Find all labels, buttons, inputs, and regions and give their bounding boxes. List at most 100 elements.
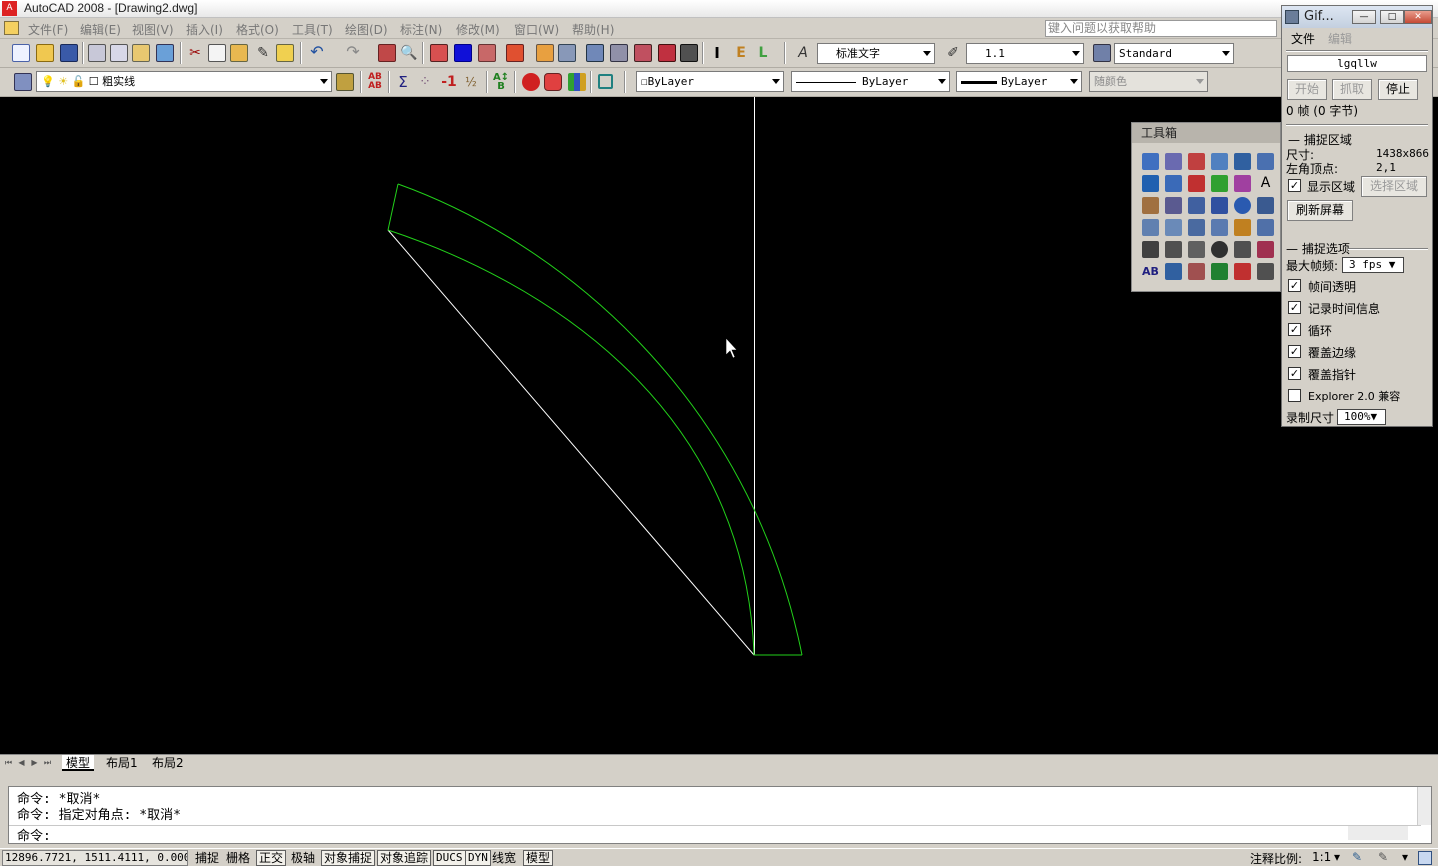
autocad-app-icon[interactable]: A [2, 1, 17, 16]
gif-window-titlebar[interactable]: Gif... — □ ✕ [1282, 6, 1432, 28]
3d-dwf-icon[interactable] [156, 44, 174, 62]
properties-icon[interactable] [430, 44, 448, 62]
zoom-window-icon[interactable] [1142, 153, 1159, 170]
toggle-polar[interactable]: 极轴 [289, 850, 317, 866]
polyline-tool-icon[interactable] [1165, 175, 1182, 192]
image-icon[interactable] [634, 44, 652, 62]
print-icon[interactable] [88, 44, 106, 62]
scatter-icon[interactable]: ⁘ [416, 73, 434, 91]
tool-palettes-icon[interactable] [478, 44, 496, 62]
pdf-icon[interactable] [658, 44, 676, 62]
open-file-icon[interactable] [36, 44, 54, 62]
multiline-icon[interactable] [1234, 175, 1251, 192]
chamfer-icon[interactable] [1257, 219, 1274, 236]
copy-icon[interactable] [208, 44, 226, 62]
auto-scale-icon[interactable]: ✎ [1378, 850, 1388, 864]
fillet-icon[interactable] [1211, 219, 1228, 236]
new-file-icon[interactable] [12, 44, 30, 62]
annotation-scale-dropdown-icon[interactable]: ▾ [1334, 850, 1340, 864]
copy-object-icon[interactable] [1165, 197, 1182, 214]
option-checkbox[interactable] [1288, 389, 1301, 402]
next-tab-icon[interactable]: ▶ [30, 757, 39, 769]
zoom-out-icon[interactable] [1257, 153, 1274, 170]
coordinate-display[interactable]: 12896.7721, 1511.4111, 0.0000 [2, 850, 188, 866]
menu-file[interactable]: 文件(F) [28, 21, 68, 38]
angular-dim-icon[interactable] [1234, 241, 1251, 258]
menu-format[interactable]: 格式(O) [236, 21, 279, 38]
pan-realtime-icon[interactable] [378, 44, 396, 62]
menu-tools[interactable]: 工具(T) [292, 21, 333, 38]
clean-screen-icon[interactable] [1418, 851, 1432, 865]
undo-icon[interactable]: ↶ [308, 43, 326, 61]
gif-menu-file[interactable]: 文件 [1291, 30, 1315, 47]
red-circle-icon[interactable] [522, 73, 540, 91]
text-translate-icon[interactable]: AB AB [366, 73, 384, 91]
publish-icon[interactable] [132, 44, 150, 62]
dim-style-select[interactable]: 1.1 [966, 43, 1084, 64]
zoom-in-icon[interactable] [1234, 153, 1251, 170]
measure-icon[interactable] [1257, 263, 1274, 280]
refresh-screen-button[interactable]: 刷新屏幕 [1287, 200, 1353, 221]
toggle-ducs[interactable]: DUCS [433, 850, 466, 866]
close-button[interactable]: ✕ [1404, 10, 1432, 24]
minimize-button[interactable]: — [1352, 10, 1376, 24]
lineweight-select[interactable]: ByLayer [956, 71, 1082, 92]
layer-select[interactable]: 💡 ☀ 🔓 ☐ 粗实线 [36, 71, 332, 92]
erase-icon[interactable] [1142, 197, 1159, 214]
red-grid-icon[interactable] [544, 73, 562, 91]
table-icon[interactable] [586, 44, 604, 62]
match-properties-icon[interactable]: ✎ [254, 44, 272, 62]
bar-chart-icon[interactable] [568, 73, 586, 91]
dim-style-manager-icon[interactable]: ✐ [944, 44, 962, 62]
help-search-input[interactable]: 键入问题以获取帮助 [1045, 20, 1277, 37]
tab-layout2[interactable]: 布局2 [148, 755, 188, 771]
toggle-snap[interactable]: 捕捉 [193, 850, 221, 866]
annotation-scale-select[interactable]: 1:1 [1312, 850, 1331, 864]
sum-icon[interactable]: Σ [394, 73, 412, 91]
toggle-model[interactable]: 模型 [523, 850, 554, 866]
option-checkbox[interactable]: ✓ [1288, 301, 1301, 314]
minus-one-icon[interactable]: -1 [440, 73, 458, 91]
text-style-icon[interactable]: E [732, 44, 750, 62]
calculator-icon[interactable] [680, 44, 698, 62]
ab-text-icon[interactable]: AB [1142, 263, 1159, 280]
fraction-icon[interactable]: ½ [462, 73, 480, 91]
menu-insert[interactable]: 插入(I) [186, 21, 223, 38]
text-style-select[interactable]: 标准文字 [817, 43, 935, 64]
toolbox-title[interactable]: 工具箱 [1132, 123, 1280, 143]
toggle-ortho[interactable]: 正交 [256, 850, 287, 866]
table-style-manager-icon[interactable] [1093, 44, 1111, 62]
layer-properties-icon[interactable] [14, 73, 32, 91]
frame-icon[interactable] [598, 74, 613, 89]
command-scrollbar[interactable] [1417, 787, 1431, 825]
block-insert-icon[interactable] [1165, 263, 1182, 280]
max-fps-select[interactable]: 3 fps ▼ [1342, 257, 1404, 273]
explode-icon[interactable] [1234, 219, 1251, 236]
toggle-dyn[interactable]: DYN [465, 850, 491, 866]
gradient-icon[interactable] [1211, 263, 1228, 280]
toggle-grid[interactable]: 栅格 [224, 850, 252, 866]
show-region-checkbox[interactable]: ✓ [1288, 179, 1301, 192]
tolerance-icon[interactable] [1257, 241, 1274, 258]
color-select[interactable]: ☐ByLayer [636, 71, 784, 92]
menu-edit[interactable]: 编辑(E) [80, 21, 121, 38]
text-cursor-icon[interactable]: I [708, 44, 726, 62]
drawing-canvas[interactable]: 工具箱 A AB [0, 97, 1438, 754]
aligned-dim-icon[interactable] [1188, 241, 1205, 258]
tab-layout1[interactable]: 布局1 [102, 755, 142, 771]
redo-icon[interactable]: ↷ [344, 43, 362, 61]
menu-dimension[interactable]: 标注(N) [400, 21, 442, 38]
plot-preview-icon[interactable] [110, 44, 128, 62]
toggle-otrack[interactable]: 对象追踪 [377, 850, 432, 866]
option-checkbox[interactable]: ✓ [1288, 367, 1301, 380]
select-region-button[interactable]: 选择区域 [1361, 176, 1427, 197]
extend-icon[interactable] [1165, 219, 1182, 236]
text-style-manager-icon[interactable]: A [794, 44, 812, 62]
rotate-icon[interactable] [1234, 197, 1251, 214]
sheet-set-icon[interactable] [506, 44, 524, 62]
option-checkbox[interactable]: ✓ [1288, 345, 1301, 358]
zoom-center-icon[interactable] [1211, 153, 1228, 170]
line-tool-icon[interactable] [1142, 175, 1159, 192]
tab-model[interactable]: 模型 [62, 755, 95, 771]
toggle-osnap[interactable]: 对象捕捉 [321, 850, 376, 866]
